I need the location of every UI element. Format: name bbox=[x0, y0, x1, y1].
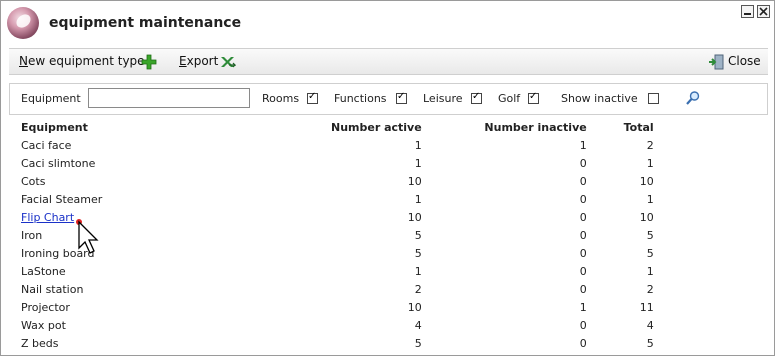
number-inactive-cell: 0 bbox=[579, 264, 587, 278]
equipment-name-cell[interactable]: Flip Chart bbox=[21, 208, 331, 226]
number-active-cell: 2 bbox=[414, 282, 422, 296]
total-cell: 1 bbox=[646, 264, 654, 278]
number-inactive-cell: 0 bbox=[579, 192, 587, 206]
table-row[interactable]: Iron 5 0 5 bbox=[21, 226, 654, 244]
number-active-cell: 1 bbox=[414, 156, 422, 170]
equipment-name-cell: Ironing board bbox=[21, 246, 95, 260]
functions-label: Functions bbox=[334, 92, 387, 105]
export-button[interactable]: Export bbox=[179, 54, 218, 68]
equipment-name-cell: Caci slimtone bbox=[21, 156, 96, 170]
number-active-cell: 5 bbox=[414, 228, 422, 242]
table-row[interactable]: Z beds 5 0 5 bbox=[21, 334, 654, 352]
exit-door-icon[interactable] bbox=[708, 54, 724, 70]
number-inactive-cell: 0 bbox=[579, 174, 587, 188]
golf-checkbox[interactable] bbox=[528, 91, 539, 104]
table-row[interactable]: Wax pot 4 0 4 bbox=[21, 316, 654, 334]
equipment-filter-label: Equipment bbox=[21, 92, 81, 105]
equipment-name-cell: LaStone bbox=[21, 264, 66, 278]
number-active-cell: 10 bbox=[407, 174, 422, 188]
close-icon bbox=[759, 7, 768, 16]
equipment-table: Equipment Number active Number inactive … bbox=[21, 119, 654, 352]
equipment-maintenance-window: equipment maintenance New equipment type… bbox=[0, 0, 775, 356]
number-inactive-cell: 0 bbox=[579, 228, 587, 242]
search-icon[interactable] bbox=[685, 90, 701, 106]
table-row[interactable]: Nail station 2 0 2 bbox=[21, 280, 654, 298]
leisure-checkbox[interactable] bbox=[471, 91, 482, 104]
total-cell: 10 bbox=[639, 210, 654, 224]
app-logo-icon bbox=[7, 7, 39, 39]
total-cell: 2 bbox=[646, 138, 654, 152]
column-header-total[interactable]: Total bbox=[587, 119, 654, 136]
number-active-cell: 4 bbox=[414, 318, 422, 332]
equipment-name-cell: Cots bbox=[21, 174, 46, 188]
equipment-name-cell: Caci face bbox=[21, 138, 72, 152]
rooms-checkbox[interactable] bbox=[307, 91, 318, 104]
number-inactive-cell: 1 bbox=[579, 300, 587, 314]
number-inactive-cell: 0 bbox=[579, 282, 587, 296]
number-active-cell: 5 bbox=[414, 246, 422, 260]
show-inactive-label: Show inactive bbox=[561, 92, 638, 105]
number-inactive-cell: 0 bbox=[579, 210, 587, 224]
number-inactive-cell: 0 bbox=[579, 318, 587, 332]
window-title: equipment maintenance bbox=[49, 15, 242, 31]
total-cell: 1 bbox=[646, 192, 654, 206]
number-inactive-cell: 1 bbox=[579, 138, 587, 152]
golf-label: Golf bbox=[498, 92, 521, 105]
total-cell: 10 bbox=[639, 174, 654, 188]
table-row[interactable]: Projector 10 1 11 bbox=[21, 298, 654, 316]
number-inactive-cell: 0 bbox=[579, 246, 587, 260]
number-active-cell: 10 bbox=[407, 300, 422, 314]
new-equipment-type-button[interactable]: New equipment type bbox=[19, 54, 145, 68]
table-row[interactable]: LaStone 1 0 1 bbox=[21, 262, 654, 280]
number-active-cell: 10 bbox=[407, 210, 422, 224]
number-active-cell: 1 bbox=[414, 138, 422, 152]
minimize-button[interactable] bbox=[741, 5, 754, 18]
total-cell: 4 bbox=[646, 318, 654, 332]
equipment-name-cell: Nail station bbox=[21, 282, 84, 296]
number-inactive-cell: 0 bbox=[579, 156, 587, 170]
add-plus-icon[interactable] bbox=[141, 54, 157, 70]
rooms-label: Rooms bbox=[262, 92, 300, 105]
number-active-cell: 1 bbox=[414, 264, 422, 278]
equipment-name-cell: Z beds bbox=[21, 336, 59, 350]
number-active-cell: 5 bbox=[414, 336, 422, 350]
total-cell: 5 bbox=[646, 246, 654, 260]
number-inactive-cell: 0 bbox=[579, 336, 587, 350]
table-row[interactable]: Caci face 1 1 2 bbox=[21, 136, 654, 154]
total-cell: 1 bbox=[646, 156, 654, 170]
column-header-number-active[interactable]: Number active bbox=[331, 119, 422, 136]
equipment-name-cell: Iron bbox=[21, 228, 43, 242]
toolbar: New equipment type Export Close bbox=[9, 48, 768, 75]
table-row[interactable]: Cots 10 0 10 bbox=[21, 172, 654, 190]
total-cell: 11 bbox=[639, 300, 654, 314]
equipment-link[interactable]: Flip Chart bbox=[21, 211, 74, 224]
column-header-equipment[interactable]: Equipment bbox=[21, 119, 331, 136]
title-bar: equipment maintenance bbox=[1, 1, 774, 45]
table-header-row: Equipment Number active Number inactive … bbox=[21, 119, 654, 136]
equipment-search-input[interactable] bbox=[88, 88, 250, 108]
number-active-cell: 1 bbox=[414, 192, 422, 206]
table-row[interactable]: Facial Steamer 1 0 1 bbox=[21, 190, 654, 208]
total-cell: 5 bbox=[646, 336, 654, 350]
show-inactive-checkbox[interactable] bbox=[648, 93, 659, 104]
close-window-button[interactable] bbox=[757, 5, 770, 18]
equipment-name-cell: Projector bbox=[21, 300, 70, 314]
column-header-number-inactive[interactable]: Number inactive bbox=[422, 119, 586, 136]
table-row[interactable]: Ironing board 5 0 5 bbox=[21, 244, 654, 262]
excel-export-icon[interactable] bbox=[220, 54, 236, 70]
functions-checkbox[interactable] bbox=[396, 91, 407, 104]
total-cell: 2 bbox=[646, 282, 654, 296]
table-body: Caci face 1 1 2 Caci slimtone 1 0 1 Cots 10 0 10 Fac… bbox=[21, 136, 654, 352]
minimize-icon bbox=[744, 13, 751, 15]
equipment-name-cell: Wax pot bbox=[21, 318, 66, 332]
equipment-name-cell: Facial Steamer bbox=[21, 192, 103, 206]
total-cell: 5 bbox=[646, 228, 654, 242]
close-button[interactable]: Close bbox=[728, 54, 761, 68]
table-row[interactable]: Flip Chart 10 0 10 bbox=[21, 208, 654, 226]
table-row[interactable]: Caci slimtone 1 0 1 bbox=[21, 154, 654, 172]
leisure-label: Leisure bbox=[423, 92, 463, 105]
filter-bar: Equipment Rooms Functions Leisure Golf S… bbox=[9, 83, 768, 115]
